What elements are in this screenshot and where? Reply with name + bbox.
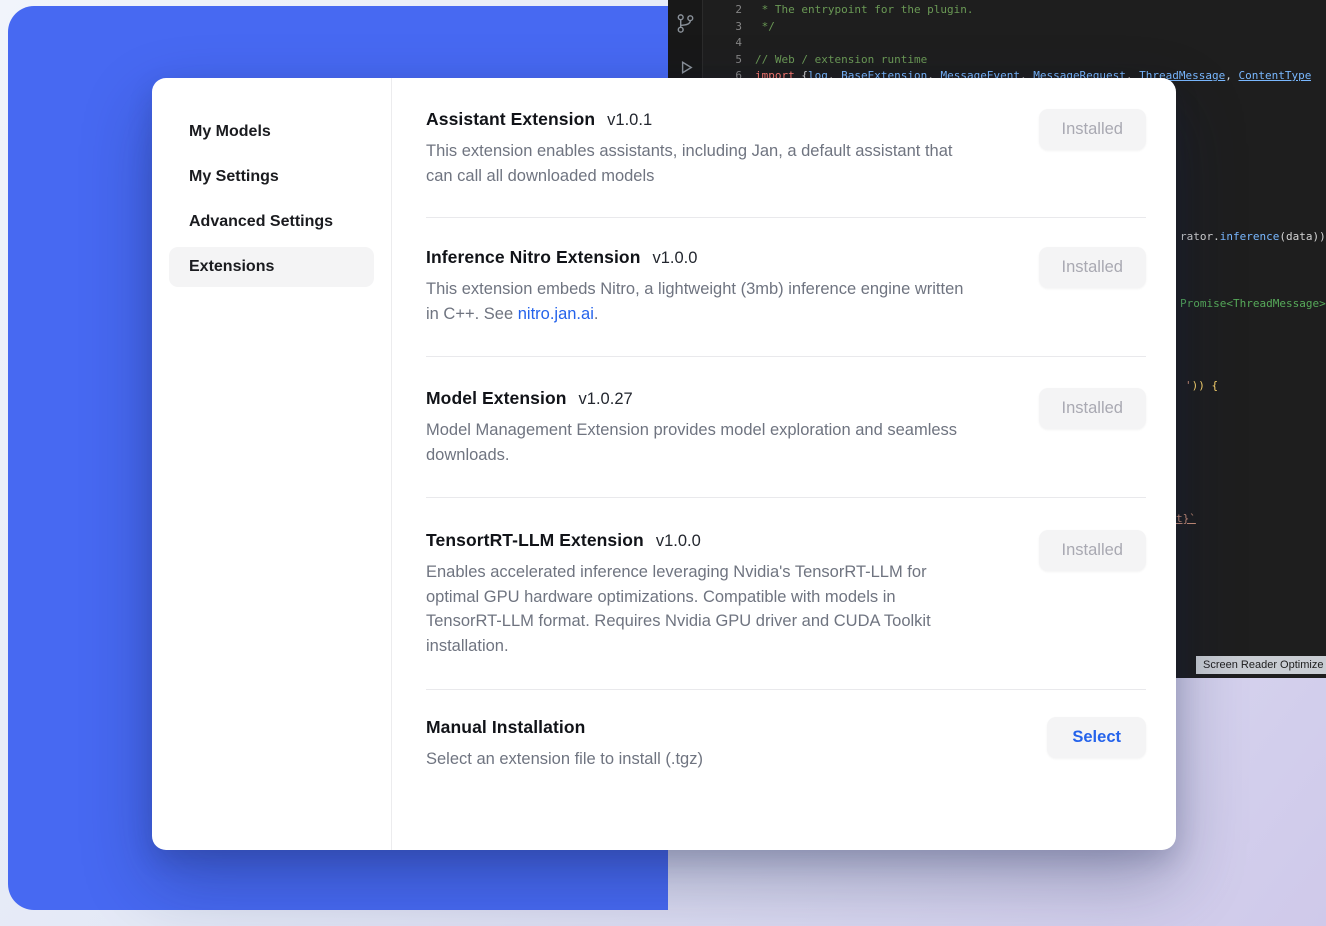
import-identifier: ContentType — [1239, 69, 1312, 82]
code-text: */ — [742, 19, 775, 36]
settings-sidebar: My Models My Settings Advanced Settings … — [152, 78, 392, 850]
code-line: 5 // Web / extension runtime — [668, 52, 1326, 69]
punct: (data)); — [1279, 230, 1326, 243]
nitro-jan-ai-link[interactable]: nitro.jan.ai — [518, 305, 594, 323]
punct: , — [1225, 69, 1238, 82]
code-fragment: rator.inference(data)); — [1180, 230, 1326, 243]
bracket-token: )) { — [1192, 379, 1219, 392]
extensions-panel: Assistant Extension v1.0.1 This extensio… — [392, 78, 1176, 850]
sidebar-item-advanced-settings[interactable]: Advanced Settings — [169, 202, 374, 242]
line-number: 4 — [668, 35, 742, 52]
extension-name: Model Extension — [426, 388, 567, 409]
extension-version: v1.0.0 — [656, 532, 701, 551]
string-token: t}` — [1176, 512, 1196, 525]
installed-button[interactable]: Installed — [1039, 530, 1146, 571]
manual-installation-row: Manual Installation Select an extension … — [426, 690, 1146, 772]
type-name: Promise<ThreadMessage> — [1180, 297, 1326, 310]
extension-title: TensortRT-LLM Extension v1.0.0 — [426, 530, 971, 551]
line-number: 3 — [668, 19, 742, 36]
extension-info: Assistant Extension v1.0.1 This extensio… — [426, 109, 971, 188]
description-text: . — [594, 305, 599, 323]
extension-info: Manual Installation Select an extension … — [426, 717, 703, 772]
code-line: 3 */ — [668, 19, 1326, 36]
extension-description: Model Management Extension provides mode… — [426, 418, 971, 467]
code-area: 2 * The entrypoint for the plugin. 3 */ … — [668, 2, 1326, 85]
extension-version: v1.0.27 — [579, 390, 633, 409]
installed-button[interactable]: Installed — [1039, 247, 1146, 288]
extension-title: Manual Installation — [426, 717, 703, 738]
sidebar-item-my-settings[interactable]: My Settings — [169, 157, 374, 197]
code-fragment: Promise<ThreadMessage> — [1180, 297, 1326, 310]
string-token: ' — [1185, 379, 1192, 392]
screen-reader-notice: Screen Reader Optimize — [1196, 656, 1326, 674]
code-text: rator. — [1180, 230, 1220, 243]
code-fragment: t}` — [1176, 512, 1196, 525]
extension-row-assistant: Assistant Extension v1.0.1 This extensio… — [426, 78, 1146, 218]
line-number: 5 — [668, 52, 742, 69]
extension-description: Enables accelerated inference leveraging… — [426, 560, 971, 658]
extension-title: Assistant Extension v1.0.1 — [426, 109, 971, 130]
code-fragment: ')) { — [1185, 379, 1218, 392]
extension-title: Model Extension v1.0.27 — [426, 388, 971, 409]
code-line: 2 * The entrypoint for the plugin. — [668, 2, 1326, 19]
extension-title: Inference Nitro Extension v1.0.0 — [426, 247, 971, 268]
extension-info: TensortRT-LLM Extension v1.0.0 Enables a… — [426, 530, 971, 658]
sidebar-item-my-models[interactable]: My Models — [169, 112, 374, 152]
extension-version: v1.0.1 — [607, 111, 652, 130]
extension-name: Inference Nitro Extension — [426, 247, 641, 268]
manual-installation-title: Manual Installation — [426, 717, 585, 738]
extension-row-nitro: Inference Nitro Extension v1.0.0 This ex… — [426, 218, 1146, 357]
installed-button[interactable]: Installed — [1039, 109, 1146, 150]
description-text: This extension embeds Nitro, a lightweig… — [426, 280, 963, 323]
code-text: * The entrypoint for the plugin. — [742, 2, 974, 19]
code-text — [742, 35, 755, 52]
line-number: 2 — [668, 2, 742, 19]
settings-modal: My Models My Settings Advanced Settings … — [152, 78, 1176, 850]
extension-info: Model Extension v1.0.27 Model Management… — [426, 388, 971, 467]
code-line: 4 — [668, 35, 1326, 52]
extension-row-model: Model Extension v1.0.27 Model Management… — [426, 357, 1146, 498]
extension-description: This extension enables assistants, inclu… — [426, 139, 971, 188]
select-file-button[interactable]: Select — [1047, 717, 1146, 758]
screenshot-root: 2 * The entrypoint for the plugin. 3 */ … — [0, 0, 1326, 926]
installed-button[interactable]: Installed — [1039, 388, 1146, 429]
extension-row-tensorrt: TensortRT-LLM Extension v1.0.0 Enables a… — [426, 498, 1146, 690]
extension-info: Inference Nitro Extension v1.0.0 This ex… — [426, 247, 971, 326]
extension-version: v1.0.0 — [653, 249, 698, 268]
function-name: inference — [1220, 230, 1280, 243]
extension-name: TensortRT-LLM Extension — [426, 530, 644, 551]
sidebar-item-extensions[interactable]: Extensions — [169, 247, 374, 287]
extension-description: This extension embeds Nitro, a lightweig… — [426, 277, 971, 326]
code-text: // Web / extension runtime — [742, 52, 927, 69]
manual-installation-description: Select an extension file to install (.tg… — [426, 747, 703, 772]
extension-name: Assistant Extension — [426, 109, 595, 130]
